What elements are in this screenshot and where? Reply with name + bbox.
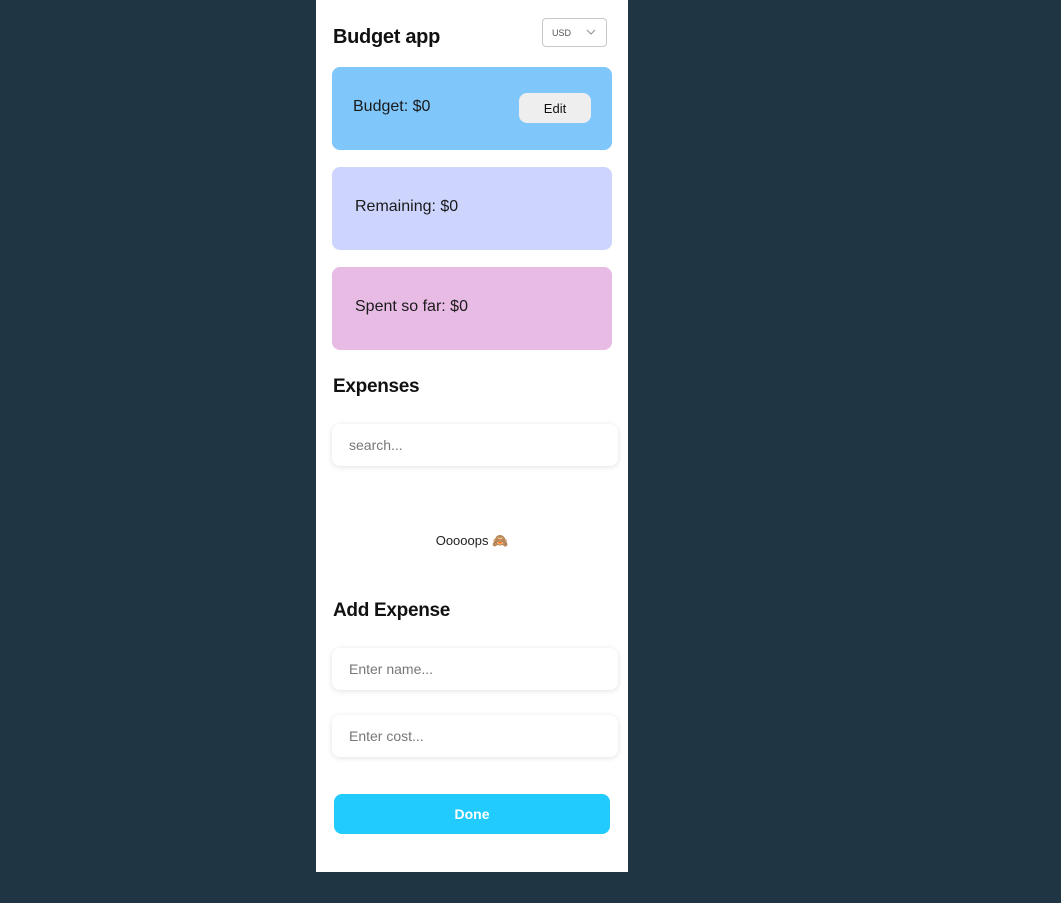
currency-value: USD bbox=[552, 28, 572, 38]
chevron-down-icon bbox=[586, 29, 596, 35]
currency-select[interactable]: USD bbox=[542, 18, 607, 47]
app-panel: Budget app USD Budget: $0 Edit Remaining… bbox=[316, 0, 628, 872]
spent-amount: Spent so far: $0 bbox=[355, 298, 468, 315]
spent-card: Spent so far: $0 bbox=[332, 267, 612, 350]
budget-card: Budget: $0 Edit bbox=[332, 67, 612, 150]
search-input[interactable] bbox=[332, 424, 618, 466]
add-expense-heading: Add Expense bbox=[333, 600, 451, 621]
empty-state-message: Ooooops 🙈 bbox=[435, 533, 509, 548]
remaining-card: Remaining: $0 bbox=[332, 167, 612, 250]
expense-name-input[interactable] bbox=[332, 648, 618, 690]
expense-cost-input[interactable] bbox=[332, 715, 618, 757]
budget-amount: Budget: $0 bbox=[353, 98, 431, 115]
app-title: Budget app bbox=[333, 26, 440, 48]
edit-budget-button[interactable]: Edit bbox=[519, 93, 591, 123]
remaining-amount: Remaining: $0 bbox=[355, 198, 459, 215]
done-button[interactable]: Done bbox=[334, 794, 610, 834]
expenses-heading: Expenses bbox=[333, 376, 420, 397]
